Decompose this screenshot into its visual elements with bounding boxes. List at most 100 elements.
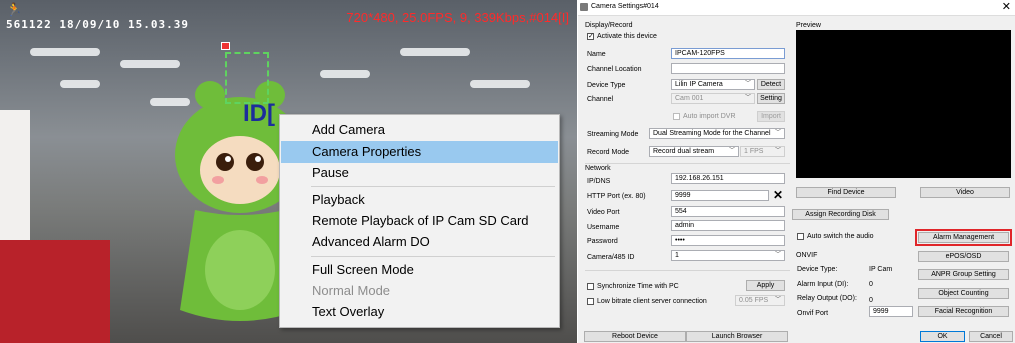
menu-item-advanced-alarm-do[interactable]: Advanced Alarm DO bbox=[281, 231, 558, 253]
channel-value: Cam 001 bbox=[675, 95, 704, 102]
camera485-select[interactable]: 1 ﹀ bbox=[671, 250, 785, 261]
low-bitrate-fps-select: 0.05 FPS ﹀ bbox=[735, 295, 785, 306]
channel-location-field[interactable] bbox=[671, 63, 785, 74]
onvif-port-field[interactable]: 9999 bbox=[869, 306, 913, 317]
menu-item-full-screen[interactable]: Full Screen Mode bbox=[281, 259, 558, 281]
camera485-value: 1 bbox=[675, 252, 679, 259]
dialog-title: Camera Settings#014 bbox=[591, 3, 659, 10]
activate-checkbox[interactable]: ✓ bbox=[587, 33, 594, 40]
streaming-mode-label: Streaming Mode bbox=[587, 131, 639, 138]
scene-light bbox=[400, 48, 470, 56]
osd-stream-info: 720*480, 25.0FPS, 9, 339Kbps,#014[I] bbox=[346, 10, 569, 25]
username-field[interactable]: admin bbox=[671, 220, 785, 231]
streaming-mode-value: Dual Streaming Mode for the Channel bbox=[653, 130, 771, 137]
menu-item-normal-mode: Normal Mode bbox=[312, 283, 391, 298]
http-port-label: HTTP Port (ex. 80) bbox=[587, 193, 646, 200]
fps-select: 1 FPS ﹀ bbox=[740, 146, 785, 157]
sync-time-checkbox[interactable] bbox=[587, 283, 594, 290]
camera-settings-dialog: Camera Settings#014 ✕ Display/Record ✓ A… bbox=[578, 0, 1015, 343]
auto-switch-audio-label: Auto switch the audio bbox=[807, 233, 874, 240]
auto-import-label: Auto import DVR bbox=[683, 113, 736, 120]
menu-item-remote-playback[interactable]: Remote Playback of IP Cam SD Card bbox=[281, 210, 558, 232]
activate-label: Activate this device bbox=[597, 33, 657, 40]
channel-location-label: Channel Location bbox=[587, 66, 642, 73]
onvif-port-label: Onvif Port bbox=[797, 310, 829, 317]
menu-item-playback[interactable]: Playback bbox=[281, 189, 558, 211]
section-network: Network bbox=[585, 165, 611, 172]
find-device-button[interactable]: Find Device bbox=[796, 187, 896, 198]
chevron-down-icon: ﹀ bbox=[744, 81, 751, 87]
chevron-down-icon: ﹀ bbox=[774, 148, 781, 154]
sync-divider bbox=[585, 270, 790, 271]
ok-button[interactable]: OK bbox=[920, 331, 965, 342]
auto-import-checkbox bbox=[673, 113, 680, 120]
alarm-input-value: 0 bbox=[869, 281, 873, 288]
preview-pane bbox=[796, 30, 1011, 178]
running-person-icon: 🏃 bbox=[6, 2, 23, 17]
chevron-down-icon: ﹀ bbox=[774, 252, 781, 258]
alarm-management-button[interactable]: Alarm Management bbox=[915, 229, 1012, 246]
fps-value: 1 FPS bbox=[744, 148, 764, 155]
ip-field[interactable]: 192.168.26.151 bbox=[671, 173, 785, 184]
section-onvif: ONVIF bbox=[796, 252, 818, 259]
menu-separator bbox=[311, 186, 555, 187]
menu-item-text-overlay[interactable]: Text Overlay bbox=[281, 301, 558, 323]
dialog-title-bar: Camera Settings#014 ✕ bbox=[578, 0, 1015, 16]
clear-icon[interactable]: ✕ bbox=[773, 189, 783, 201]
scene-light bbox=[120, 60, 180, 68]
scene-red-box bbox=[0, 240, 110, 343]
record-mode-select[interactable]: Record dual stream ﹀ bbox=[649, 146, 739, 157]
import-button: Import bbox=[757, 111, 785, 122]
facial-recognition-button[interactable]: Facial Recognition bbox=[918, 306, 1009, 317]
app-icon bbox=[580, 3, 588, 11]
low-bitrate-checkbox[interactable] bbox=[587, 298, 594, 305]
low-bitrate-label: Low bitrate client server connection bbox=[597, 298, 707, 305]
osd-timestamp: 561122 18/09/10 15.03.39 bbox=[6, 18, 189, 31]
relay-output-value: 0 bbox=[869, 297, 873, 304]
chevron-down-icon: ﹀ bbox=[774, 130, 781, 136]
detection-box bbox=[225, 52, 269, 104]
launch-browser-button[interactable]: Launch Browser bbox=[686, 331, 788, 342]
anpr-group-setting-button[interactable]: ANPR Group Setting bbox=[918, 269, 1009, 280]
setting-button[interactable]: Setting bbox=[757, 93, 785, 104]
network-divider bbox=[585, 163, 790, 164]
chevron-down-icon: ﹀ bbox=[744, 95, 751, 101]
menu-item-pause[interactable]: Pause bbox=[281, 162, 558, 184]
onvif-device-type-label: Device Type: bbox=[797, 266, 838, 273]
detection-marker bbox=[221, 42, 230, 50]
cancel-button[interactable]: Cancel bbox=[969, 331, 1013, 342]
password-field[interactable]: •••• bbox=[671, 235, 785, 246]
scene-light bbox=[30, 48, 100, 56]
streaming-mode-select[interactable]: Dual Streaming Mode for the Channel ﹀ bbox=[649, 128, 785, 139]
video-port-field[interactable]: 554 bbox=[671, 206, 785, 217]
detect-button[interactable]: Detect bbox=[757, 79, 785, 90]
apply-button[interactable]: Apply bbox=[746, 280, 785, 291]
camera-video-feed[interactable]: 🏃 561122 18/09/10 15.03.39 720*480, 25.0… bbox=[0, 0, 577, 343]
reboot-device-button[interactable]: Reboot Device bbox=[584, 331, 686, 342]
chevron-down-icon: ﹀ bbox=[728, 148, 735, 154]
name-label: Name bbox=[587, 51, 606, 58]
video-button[interactable]: Video bbox=[920, 187, 1010, 198]
menu-item-camera-properties[interactable]: Camera Properties bbox=[281, 141, 558, 163]
record-mode-label: Record Mode bbox=[587, 149, 630, 156]
object-counting-button[interactable]: Object Counting bbox=[918, 288, 1009, 299]
low-bitrate-fps-value: 0.05 FPS bbox=[739, 297, 769, 304]
device-type-value: Lilin IP Camera bbox=[675, 81, 723, 88]
http-port-field[interactable]: 9999 bbox=[671, 190, 769, 201]
epos-osd-button[interactable]: ePOS/OSD bbox=[918, 251, 1009, 262]
video-port-label: Video Port bbox=[587, 209, 620, 216]
close-icon[interactable]: ✕ bbox=[1002, 0, 1011, 14]
alarm-input-label: Alarm Input (DI): bbox=[797, 281, 849, 288]
context-menu: Add Camera Camera Properties Pause Playb… bbox=[279, 114, 560, 328]
device-type-label: Device Type bbox=[587, 82, 626, 89]
auto-switch-audio-checkbox[interactable] bbox=[797, 233, 804, 240]
assign-recording-disk-button[interactable]: Assign Recording Disk bbox=[792, 209, 889, 220]
name-field[interactable]: IPCAM-120FPS bbox=[671, 48, 785, 59]
camera-id-label: ID[ bbox=[243, 100, 275, 127]
sync-time-label: Synchronize Time with PC bbox=[597, 283, 679, 290]
channel-label: Channel bbox=[587, 96, 614, 103]
scene-light bbox=[60, 80, 100, 88]
ip-label: IP/DNS bbox=[587, 178, 611, 185]
menu-item-add-camera[interactable]: Add Camera bbox=[281, 119, 558, 141]
device-type-select[interactable]: Lilin IP Camera ﹀ bbox=[671, 79, 755, 90]
